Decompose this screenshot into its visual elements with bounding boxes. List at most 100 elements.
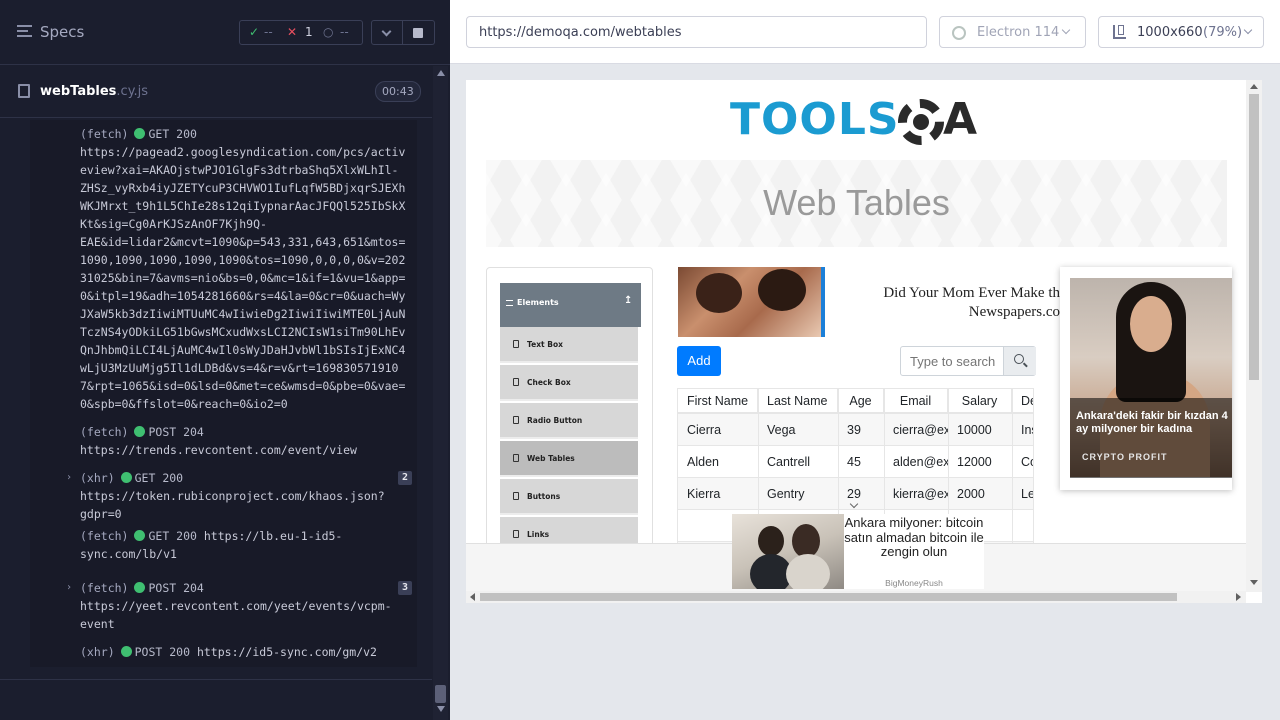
sidebar-item-label: Web Tables bbox=[527, 454, 575, 463]
sidebar-item-text-box[interactable]: Text Box bbox=[500, 327, 638, 363]
sidebar-item-web-tables[interactable]: Web Tables bbox=[500, 441, 638, 477]
ad-headline: Ankara milyoner: bitcoin satın almadan b… bbox=[844, 515, 984, 559]
scroll-right-icon[interactable] bbox=[1236, 593, 1241, 601]
log-type: (fetch) bbox=[80, 581, 129, 595]
column-header[interactable]: Salary bbox=[948, 389, 1012, 413]
count-badge: 2 bbox=[398, 471, 412, 485]
table-cell: Cantrell bbox=[767, 455, 811, 469]
file-icon bbox=[18, 84, 30, 98]
viewport-icon bbox=[1113, 25, 1126, 39]
column-header[interactable]: First Name bbox=[678, 389, 758, 413]
document-icon bbox=[513, 378, 519, 386]
scroll-left-icon[interactable] bbox=[470, 593, 475, 601]
log-entry[interactable]: (fetch) GET 200 https://lb.eu-1-id5- sync.… bbox=[30, 527, 417, 563]
table-cell: Alden bbox=[687, 455, 719, 469]
status-dot-icon bbox=[120, 646, 132, 657]
document-icon bbox=[513, 454, 519, 462]
spec-file-row[interactable]: webTables.cy.js 00:43 bbox=[0, 66, 432, 118]
side-ad[interactable]: Ankara'deki fakir bir kızdan 4 ay milyon… bbox=[1060, 267, 1232, 490]
log-type: (fetch) bbox=[80, 529, 129, 543]
table-cell: 2000 bbox=[957, 487, 985, 501]
scroll-down-icon[interactable] bbox=[1250, 580, 1258, 585]
log-entry[interactable]: (xhr) POST 200 https://id5-sync.com/gm/v2 bbox=[30, 643, 417, 661]
stop-button[interactable] bbox=[403, 20, 435, 45]
log-url-line: 0&spb=0&ffslot=0&reach=0&io2=0 bbox=[80, 397, 288, 411]
table-cell: 39 bbox=[847, 423, 861, 437]
search-input[interactable] bbox=[901, 347, 1003, 375]
sidebar-item-radio-button[interactable]: Radio Button bbox=[500, 403, 638, 439]
log-type: (xhr) bbox=[80, 471, 115, 485]
log-method: GET 200 bbox=[134, 471, 184, 485]
url-bar[interactable]: https://demoqa.com/webtables bbox=[466, 16, 927, 48]
ad-headline[interactable]: Did Your Mom Ever Make th Newspapers.co bbox=[864, 284, 1060, 322]
column-header[interactable]: Dep bbox=[1012, 389, 1033, 413]
document-icon bbox=[513, 530, 519, 538]
command-log-panel: Specs ✓ -- ✕ 1 ○ -- webTables.cy.js 00:4… bbox=[0, 0, 450, 720]
log-url-line: eview?xai=AKAOjstwPJO1GlgFs3dtrbaShq5Xlx… bbox=[80, 163, 399, 177]
document-icon bbox=[513, 416, 519, 424]
expand-chevron-icon[interactable]: › bbox=[66, 579, 72, 597]
page-horizontal-scroll-thumb[interactable] bbox=[480, 593, 1177, 601]
log-entry[interactable]: (fetch) GET 200 https://pagead2.googlesynd… bbox=[30, 125, 417, 413]
log-url-line: QnJhbmQiLCI4LjAuMC4wIl0sWyJDaHJvbWl1bSIs… bbox=[80, 343, 406, 357]
sidebar-item-check-box[interactable]: Check Box bbox=[500, 365, 638, 401]
scroll-up-icon[interactable] bbox=[437, 70, 445, 76]
ad-headline: Ankara'deki fakir bir kızdan 4 ay milyon… bbox=[1076, 410, 1228, 435]
log-scrollbar[interactable] bbox=[433, 66, 448, 720]
sidebar-item-label: Radio Button bbox=[527, 416, 583, 425]
table-cell: Cierra bbox=[687, 423, 722, 437]
log-entry[interactable]: (fetch) POST 204 https://trends.revcontent… bbox=[30, 423, 417, 459]
column-header[interactable]: Email bbox=[884, 389, 948, 413]
log-method: GET 200 bbox=[148, 127, 197, 141]
expand-chevron-icon[interactable]: › bbox=[66, 469, 72, 487]
viewport-selector[interactable]: 1000x660 (79%) bbox=[1098, 16, 1264, 48]
specs-header: Specs ✓ -- ✕ 1 ○ -- bbox=[0, 0, 450, 65]
passed-count: -- bbox=[264, 25, 273, 39]
table-cell: Com bbox=[1021, 455, 1033, 469]
collapse-button[interactable] bbox=[371, 20, 403, 45]
viewport-size: 1000x660 bbox=[1137, 25, 1203, 40]
log-url-line: https://trends.revcontent.com/event/view bbox=[80, 443, 357, 457]
document-icon bbox=[513, 340, 519, 348]
pending-icon: ○ bbox=[323, 25, 334, 39]
count-badge: 3 bbox=[398, 581, 412, 595]
log-scroll-thumb[interactable] bbox=[435, 685, 446, 703]
log-entry[interactable]: (fetch) POST 204 https://yeet.revcontent.c… bbox=[30, 579, 417, 633]
add-button[interactable]: Add bbox=[677, 346, 721, 376]
table-cell: Insu bbox=[1021, 423, 1033, 437]
log-entry[interactable]: (xhr) GET 200 https://token.rubiconproject… bbox=[30, 469, 417, 523]
document-icon bbox=[513, 492, 519, 500]
sidebar-item-label: Check Box bbox=[527, 378, 571, 387]
status-dot-icon bbox=[134, 530, 146, 541]
log-url-line: 7&rpt=1065&isd=0&lsd=0&met=ce&wmsd=0&pbe… bbox=[80, 379, 406, 393]
search-button[interactable] bbox=[1003, 347, 1036, 375]
column-header[interactable]: Last Name bbox=[758, 389, 838, 413]
specs-label[interactable]: Specs bbox=[40, 23, 84, 41]
browser-selector[interactable]: Electron 114 bbox=[939, 16, 1086, 48]
table-cell: 10000 bbox=[957, 423, 992, 437]
log-url-line: TczNS4yODkiLG51bGwsMCxudWxsLCI2NCIsW1siT… bbox=[80, 325, 406, 339]
table-cell: Leg bbox=[1021, 487, 1033, 501]
chevron-down-icon bbox=[1061, 25, 1071, 35]
ad-brand: BigMoneyRush bbox=[885, 578, 943, 588]
column-header[interactable]: Age bbox=[838, 389, 884, 413]
ad-image[interactable] bbox=[678, 267, 821, 337]
table-cell: 12000 bbox=[957, 455, 992, 469]
scroll-up-icon[interactable] bbox=[1250, 84, 1258, 89]
log-method: POST 204 bbox=[148, 425, 204, 439]
group-header-elements[interactable]: Elements ↥ bbox=[500, 283, 641, 327]
table-cell: Kierra bbox=[687, 487, 721, 501]
browser-name: Electron 114 bbox=[977, 25, 1060, 40]
page-vertical-scroll-thumb[interactable] bbox=[1249, 94, 1259, 380]
gear-icon bbox=[898, 99, 944, 145]
check-icon: ✓ bbox=[249, 25, 260, 39]
specs-menu-icon[interactable] bbox=[17, 25, 32, 39]
scroll-down-icon[interactable] bbox=[437, 706, 445, 712]
sidebar-item-buttons[interactable]: Buttons bbox=[500, 479, 638, 515]
toolsqa-logo[interactable]: TOOLS A bbox=[730, 94, 986, 152]
test-stats: ✓ -- ✕ 1 ○ -- bbox=[239, 20, 363, 45]
log-url-line: WKJMrxt_t9h1L5ChIe28s12qiIypnarAacJFQQl5… bbox=[80, 199, 406, 213]
bottom-ad[interactable]: Ankara milyoner: bitcoin satın almadan b… bbox=[732, 514, 984, 589]
status-dot-icon bbox=[134, 426, 146, 437]
search-box bbox=[900, 346, 1036, 376]
